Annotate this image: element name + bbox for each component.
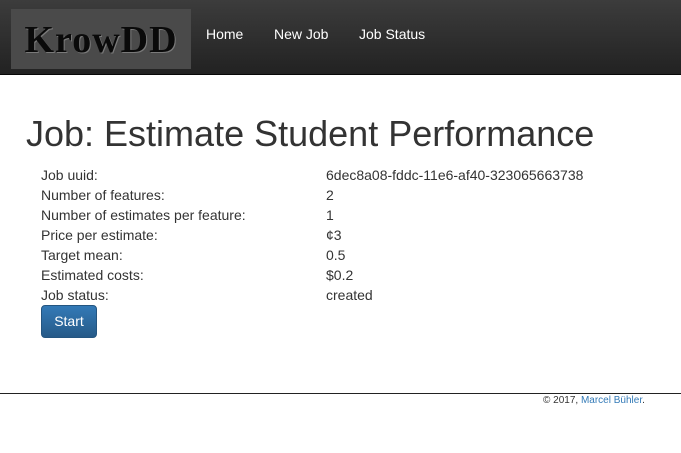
start-button[interactable]: Start (41, 305, 97, 338)
detail-label: Job uuid: (41, 167, 98, 183)
footer: © 2017, Marcel Bühler. (543, 395, 645, 407)
footer-suffix: . (642, 395, 645, 406)
detail-row-price-per-estimate: Price per estimate: ¢3 (41, 225, 661, 245)
detail-value: ¢3 (326, 227, 342, 243)
detail-row-number-of-features: Number of features: 2 (41, 185, 661, 205)
nav-job-status-link[interactable]: Job Status (359, 26, 425, 42)
detail-label: Target mean: (41, 247, 123, 263)
detail-value: $0.2 (326, 267, 354, 283)
footer-divider (0, 393, 681, 394)
detail-value: 6dec8a08-fddc-11e6-af40-323065663738 (326, 167, 584, 183)
detail-label: Estimated costs: (41, 267, 144, 283)
nav-home-link[interactable]: Home (206, 26, 243, 42)
detail-value: 0.5 (326, 247, 346, 263)
top-navbar: KrowDD Home New Job Job Status (0, 0, 681, 75)
detail-label: Price per estimate: (41, 227, 158, 243)
detail-value: 2 (326, 187, 334, 203)
job-details: Job uuid: 6dec8a08-fddc-11e6-af40-323065… (41, 165, 661, 305)
footer-author-link[interactable]: Marcel Bühler (581, 395, 642, 406)
detail-label: Number of estimates per feature: (41, 207, 246, 223)
detail-row-job-status: Job status: created (41, 285, 661, 305)
detail-label: Job status: (41, 287, 109, 303)
brand-logo-text: KrowDD (24, 19, 178, 61)
detail-row-estimated-costs: Estimated costs: $0.2 (41, 265, 661, 285)
detail-row-target-mean: Target mean: 0.5 (41, 245, 661, 265)
status-value: created (326, 287, 373, 303)
detail-row-job-uuid: Job uuid: 6dec8a08-fddc-11e6-af40-323065… (41, 165, 661, 185)
footer-copyright: © 2017, (543, 395, 579, 406)
nav-new-job-link[interactable]: New Job (274, 26, 328, 42)
detail-row-estimates-per-feature: Number of estimates per feature: 1 (41, 205, 661, 225)
brand-logo[interactable]: KrowDD (11, 9, 191, 69)
detail-label: Number of features: (41, 187, 165, 203)
page-title: Job: Estimate Student Performance (26, 113, 595, 154)
detail-value: 1 (326, 207, 334, 223)
